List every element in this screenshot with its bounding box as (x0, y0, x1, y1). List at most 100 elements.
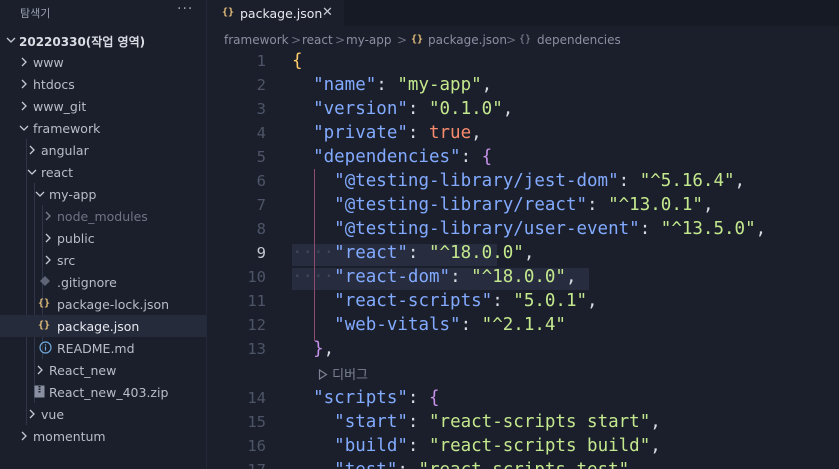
code-line: }, (313, 339, 335, 359)
chevron-right-icon (42, 254, 54, 266)
tree-item-label: node_modules (57, 209, 148, 224)
code-line: "scripts": { (313, 388, 440, 408)
tree-item-public[interactable]: public (0, 227, 206, 249)
tree-item-momentum[interactable]: momentum (0, 425, 206, 447)
tree-item-label: React_new (49, 363, 117, 378)
tab-package-json[interactable]: {} package.json ✕ (208, 0, 344, 26)
json-boolean: true (428, 123, 472, 143)
tree-item-node-modules[interactable]: node_modules (0, 205, 206, 227)
tree-item-gitignore[interactable]: .gitignore (0, 271, 206, 293)
code-line: "name": "my-app", (313, 75, 493, 95)
tree-item-label: framework (33, 121, 101, 136)
line-number: 16 (247, 437, 266, 455)
git-file-icon (38, 275, 52, 289)
json-key: "dependencies" (313, 147, 461, 167)
line-number: 13 (247, 340, 266, 358)
chevron-right-icon (26, 144, 38, 156)
line-number: 2 (256, 76, 266, 94)
explorer-title: 탐색기 (20, 7, 51, 20)
play-icon (318, 368, 328, 383)
tree-item-package-lock[interactable]: {} package-lock.json (0, 293, 206, 315)
code-line: "@testing-library/jest-dom": "^5.16.4", (334, 171, 746, 191)
breadcrumb-separator: > (291, 33, 302, 47)
json-file-icon: {} (37, 298, 51, 309)
info-icon (38, 341, 52, 355)
code-line: ····"react-dom": "^18.0.0", (292, 267, 577, 287)
breadcrumb-item[interactable]: package.json (428, 33, 507, 47)
tree-item-src[interactable]: src (0, 249, 206, 271)
debug-codelens[interactable]: 디버그 (318, 364, 368, 383)
json-key: "@testing-library/react" (334, 195, 588, 215)
breadcrumb-item[interactable]: react (302, 33, 333, 47)
close-icon[interactable]: ✕ (322, 5, 333, 20)
chevron-right-icon (42, 210, 54, 222)
code-line: "build": "react-scripts build", (334, 436, 661, 456)
breadcrumb-item[interactable]: framework (224, 33, 289, 47)
breadcrumb-separator: > (335, 33, 346, 47)
chevron-down-icon (34, 188, 46, 200)
json-key: "version" (313, 99, 408, 119)
explorer-header: 탐색기 ··· (0, 0, 206, 24)
line-number: 1 (256, 52, 266, 70)
breadcrumb: framework > react > my-app > {} package.… (208, 29, 839, 51)
line-number: 14 (247, 389, 266, 407)
chevron-right-icon (18, 78, 30, 90)
json-string: "^2.1.4" (481, 315, 566, 335)
code-editor[interactable]: 1 2 3 4 5 6 7 8 9 10 11 12 13 14 15 16 1… (208, 51, 839, 469)
chevron-down-icon (5, 34, 17, 46)
tree-item-www[interactable]: www (0, 51, 206, 73)
json-string: "react-scripts start" (429, 412, 651, 432)
json-string: "0.1.0" (428, 99, 503, 119)
tree-item-react-new[interactable]: React_new (0, 359, 206, 381)
tree-item-label: public (57, 231, 95, 246)
code-line: { (292, 51, 303, 71)
tree-item-react-new-zip[interactable]: React_new_403.zip (0, 381, 206, 403)
json-string: "^18.0.0" (429, 243, 524, 263)
tree-item-framework[interactable]: framework (0, 117, 206, 139)
json-file-icon: {} (37, 320, 51, 331)
tree-item-angular[interactable]: angular (0, 139, 206, 161)
explorer-sidebar: 탐색기 ··· 20220330(작업 영역) www htdocs www_g… (0, 0, 207, 469)
code-line: "@testing-library/react": "^13.0.1", (334, 195, 714, 215)
code-line: "dependencies": { (313, 147, 493, 167)
tree-item-htdocs[interactable]: htdocs (0, 73, 206, 95)
json-string: "^5.16.4" (639, 171, 735, 191)
tree-item-label: momentum (33, 429, 106, 444)
workspace-root[interactable]: 20220330(작업 영역) (0, 29, 206, 51)
tree-item-vue[interactable]: vue (0, 403, 206, 425)
breadcrumb-separator: > (397, 33, 408, 47)
tree-item-my-app[interactable]: my-app (0, 183, 206, 205)
json-string: "^13.0.1" (608, 195, 703, 215)
line-number: 3 (256, 100, 266, 118)
tree-item-www-git[interactable]: www_git (0, 95, 206, 117)
breadcrumb-separator: > (506, 33, 517, 47)
code-line: ····"react": "^18.0.0", (292, 243, 535, 263)
json-file-icon: {} (411, 34, 424, 45)
tree-item-label: src (57, 253, 76, 268)
breadcrumb-item[interactable]: dependencies (537, 33, 621, 47)
tree-item-package-json[interactable]: {} package.json (0, 315, 206, 337)
json-key: "react" (334, 243, 408, 263)
json-key: "private" (313, 123, 408, 143)
json-file-icon: {} (222, 7, 235, 18)
chevron-down-icon (26, 166, 38, 178)
tree-item-label: my-app (49, 187, 97, 202)
json-string: "5.0.1" (513, 291, 588, 311)
chevron-right-icon (42, 232, 54, 244)
chevron-down-icon (18, 122, 30, 134)
object-icon: {} (519, 34, 532, 45)
breadcrumb-item[interactable]: my-app (346, 33, 392, 47)
json-key: "scripts" (313, 388, 408, 408)
line-number: 7 (256, 196, 266, 214)
json-key: "name" (313, 75, 377, 95)
line-number: 15 (247, 413, 266, 431)
more-actions-icon[interactable]: ··· (177, 1, 193, 17)
tree-item-react[interactable]: react (0, 161, 206, 183)
json-string: "^13.5.0" (660, 219, 756, 239)
tree-item-readme[interactable]: README.md (0, 337, 206, 359)
code-line: "web-vitals": "^2.1.4" (334, 315, 566, 335)
line-number-current: 9 (256, 244, 266, 262)
tab-label: package.json (240, 6, 323, 21)
tab-bar: {} package.json ✕ (208, 0, 839, 26)
json-string: "react-scripts build" (429, 436, 651, 456)
